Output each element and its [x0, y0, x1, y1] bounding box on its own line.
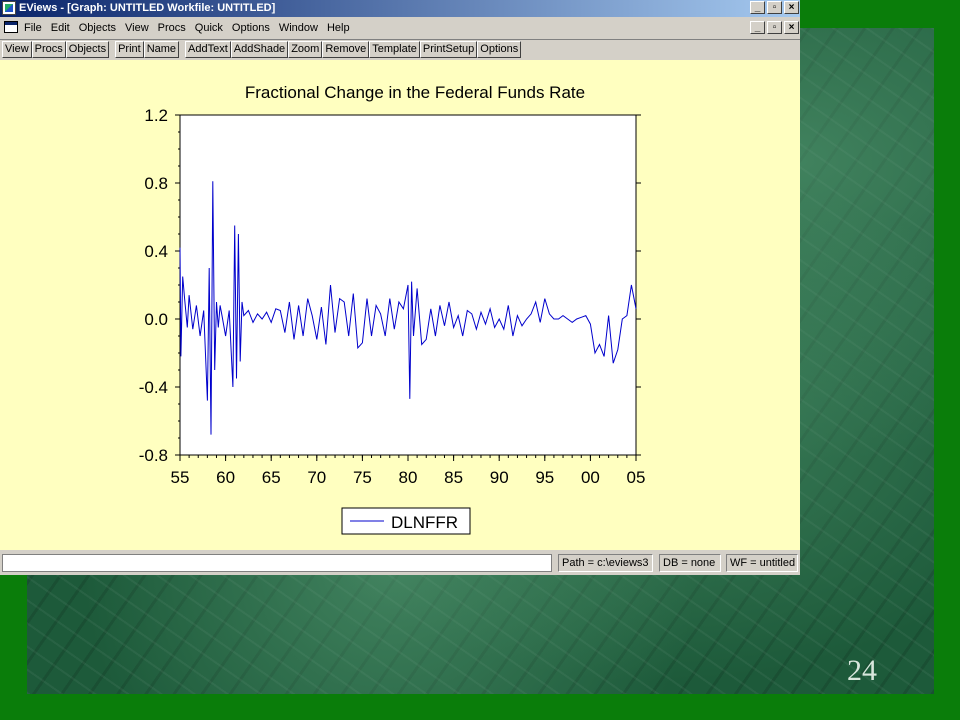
menu-edit[interactable]: Edit	[51, 21, 70, 35]
document-icon[interactable]	[4, 21, 18, 33]
legend-label: DLNFFR	[391, 513, 458, 532]
app-icon[interactable]	[2, 1, 16, 15]
eviews-window: EViews - [Graph: UNTITLED Workfile: UNTI…	[0, 0, 800, 575]
remove-button[interactable]: Remove	[322, 41, 370, 58]
name-button[interactable]: Name	[143, 41, 180, 58]
view-button[interactable]: View	[2, 41, 32, 58]
printsetup-button[interactable]: PrintSetup	[419, 41, 478, 58]
y-tick-label: 1.2	[144, 106, 168, 125]
x-tick-label: 85	[444, 468, 463, 487]
menu-window[interactable]: Window	[279, 21, 318, 35]
zoom-button[interactable]: Zoom	[288, 41, 323, 58]
x-tick-label: 05	[627, 468, 646, 487]
menu-bar: File Edit Objects View Procs Quick Optio…	[0, 18, 800, 38]
window-title: EViews - [Graph: UNTITLED Workfile: UNTI…	[19, 2, 276, 14]
addshade-button[interactable]: AddShade	[230, 41, 289, 58]
x-tick-label: 95	[535, 468, 554, 487]
command-status-field[interactable]	[2, 554, 552, 572]
x-tick-label: 90	[490, 468, 509, 487]
options-button[interactable]: Options	[477, 41, 522, 58]
template-button[interactable]: Template	[369, 41, 420, 58]
x-tick-label: 75	[353, 468, 372, 487]
y-tick-label: -0.8	[139, 446, 168, 465]
line-chart: Fractional Change in the Federal Funds R…	[139, 83, 646, 535]
minimize-button[interactable]: _	[750, 1, 765, 14]
print-button[interactable]: Print	[115, 41, 144, 58]
doc-close-button[interactable]: ×	[784, 21, 799, 34]
x-tick-label: 00	[581, 468, 600, 487]
close-button[interactable]: ×	[784, 1, 799, 14]
status-path: Path = c:\eviews3	[558, 554, 653, 572]
y-tick-label: 0.4	[144, 242, 168, 261]
doc-minimize-button[interactable]: _	[750, 21, 765, 34]
y-tick-label: 0.0	[144, 310, 168, 329]
x-tick-label: 70	[307, 468, 326, 487]
x-tick-label: 65	[262, 468, 281, 487]
slide-number: 24	[847, 654, 877, 687]
x-tick-label: 55	[171, 468, 190, 487]
menu-view[interactable]: View	[125, 21, 149, 35]
graph-toolbar: View Procs Objects Print Name AddText Ad…	[0, 39, 800, 59]
addtext-button[interactable]: AddText	[185, 41, 231, 58]
menu-options[interactable]: Options	[232, 21, 270, 35]
menu-help[interactable]: Help	[327, 21, 350, 35]
menu-file[interactable]: File	[24, 21, 42, 35]
menu-objects[interactable]: Objects	[79, 21, 116, 35]
y-tick-label: -0.4	[139, 378, 168, 397]
objects-button[interactable]: Objects	[65, 41, 110, 58]
status-db: DB = none	[659, 554, 721, 572]
status-bar: Path = c:\eviews3 DB = none WF = untitle…	[0, 552, 800, 575]
restore-button[interactable]: ▫	[767, 1, 782, 14]
menu-procs[interactable]: Procs	[158, 21, 186, 35]
title-bar[interactable]: EViews - [Graph: UNTITLED Workfile: UNTI…	[0, 0, 800, 17]
x-tick-label: 60	[216, 468, 235, 487]
doc-restore-button[interactable]: ▫	[767, 21, 782, 34]
procs-button[interactable]: Procs	[31, 41, 66, 58]
y-tick-label: 0.8	[144, 174, 168, 193]
status-wf: WF = untitled	[726, 554, 798, 572]
x-tick-label: 80	[399, 468, 418, 487]
graph-area[interactable]: Fractional Change in the Federal Funds R…	[0, 60, 800, 550]
chart-title: Fractional Change in the Federal Funds R…	[245, 83, 585, 102]
menu-quick[interactable]: Quick	[195, 21, 223, 35]
